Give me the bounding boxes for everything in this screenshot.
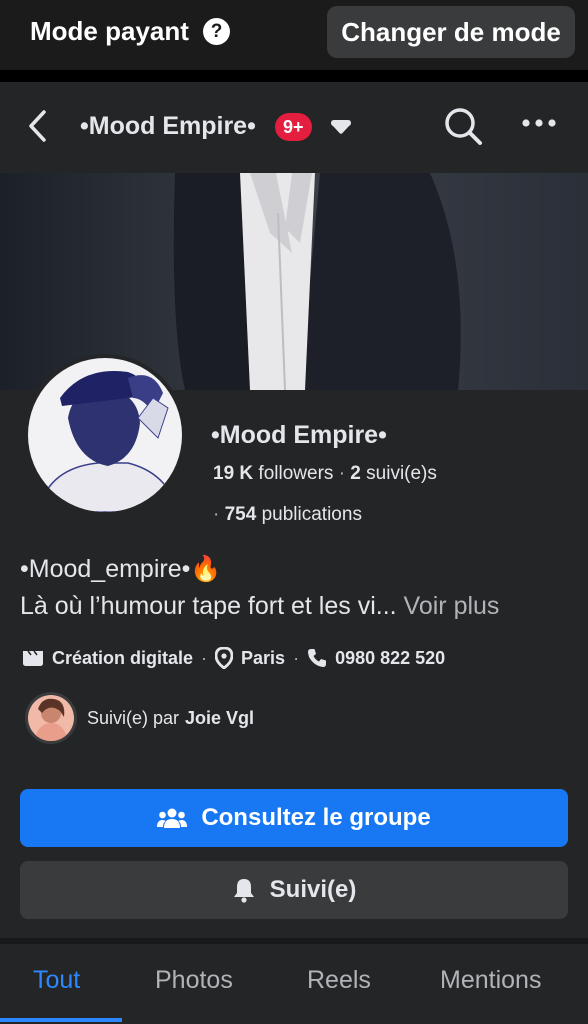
content-tabs: Tout Photos Reels Mentions [0, 944, 588, 1024]
posts-count: 754 [224, 504, 257, 525]
followed-by-name[interactable]: Joie Vgl [185, 708, 254, 729]
phone-label[interactable]: 0980 822 520 [335, 648, 445, 669]
mode-label: Mode payant [30, 16, 189, 46]
following-label: suivi(e)s [366, 463, 437, 484]
following-label: Suivi(e) [269, 876, 357, 903]
switch-mode-button[interactable]: Changer de mode [327, 6, 575, 58]
bio-line-2: Là où l’humour tape fort et les vi... Vo… [20, 592, 499, 621]
following-count: 2 [350, 463, 361, 484]
info-row: Création digitale · Paris · 0980 822 520 [22, 646, 445, 670]
followed-by-row[interactable]: Suivi(e) par Joie Vgl [25, 692, 254, 744]
active-tab-indicator [0, 1018, 122, 1022]
search-icon[interactable] [443, 106, 483, 146]
page-title[interactable]: •Mood Empire• [80, 112, 256, 141]
profile-avatar[interactable] [24, 354, 186, 516]
followers-count: 19 K [213, 463, 254, 484]
category-icon [23, 650, 43, 666]
tab-reels[interactable]: Reels [307, 966, 371, 995]
posts-label: publications [261, 504, 362, 525]
caret-down-icon[interactable] [329, 118, 353, 136]
post-stats: · 754 publications [213, 504, 362, 526]
see-more-link[interactable]: Voir plus [404, 592, 500, 620]
category-label[interactable]: Création digitale [52, 648, 193, 669]
bio-text: Là où l’humour tape fort et les vi... [20, 592, 397, 620]
followed-by-prefix: Suivi(e) par [87, 707, 180, 728]
location-label[interactable]: Paris [241, 648, 285, 669]
view-group-label: Consultez le groupe [201, 804, 431, 831]
followers-label: followers [258, 463, 334, 484]
avatar [28, 358, 182, 512]
tab-photos[interactable]: Photos [155, 966, 233, 995]
view-group-button[interactable]: Consultez le groupe [20, 789, 568, 847]
bio-line-1: •Mood_empire•🔥 [20, 555, 222, 583]
mode-bar: Mode payant ? Changer de mode [0, 0, 588, 70]
separator-dot: · [338, 463, 346, 484]
phone-icon [308, 649, 327, 667]
location-pin-icon [215, 647, 234, 669]
separator-dot: · [201, 647, 208, 668]
separator-dot: · [213, 504, 220, 525]
group-icon [157, 808, 188, 828]
following-button[interactable]: Suivi(e) [20, 861, 568, 919]
tab-tout[interactable]: Tout [33, 966, 80, 995]
back-arrow-icon[interactable] [24, 108, 56, 144]
follower-stats[interactable]: 19 K followers · 2 suivi(e)s [213, 463, 437, 485]
tab-mentions[interactable]: Mentions [440, 966, 541, 995]
help-icon[interactable]: ? [203, 18, 230, 45]
follower-avatar [25, 692, 77, 744]
page-header: •Mood Empire• 9+ [0, 82, 588, 173]
more-icon[interactable] [521, 116, 557, 130]
separator [0, 70, 588, 82]
bell-icon [233, 879, 254, 903]
notification-badge[interactable]: 9+ [275, 113, 312, 141]
separator-dot: · [293, 647, 300, 668]
profile-name: •Mood Empire• [211, 421, 387, 449]
